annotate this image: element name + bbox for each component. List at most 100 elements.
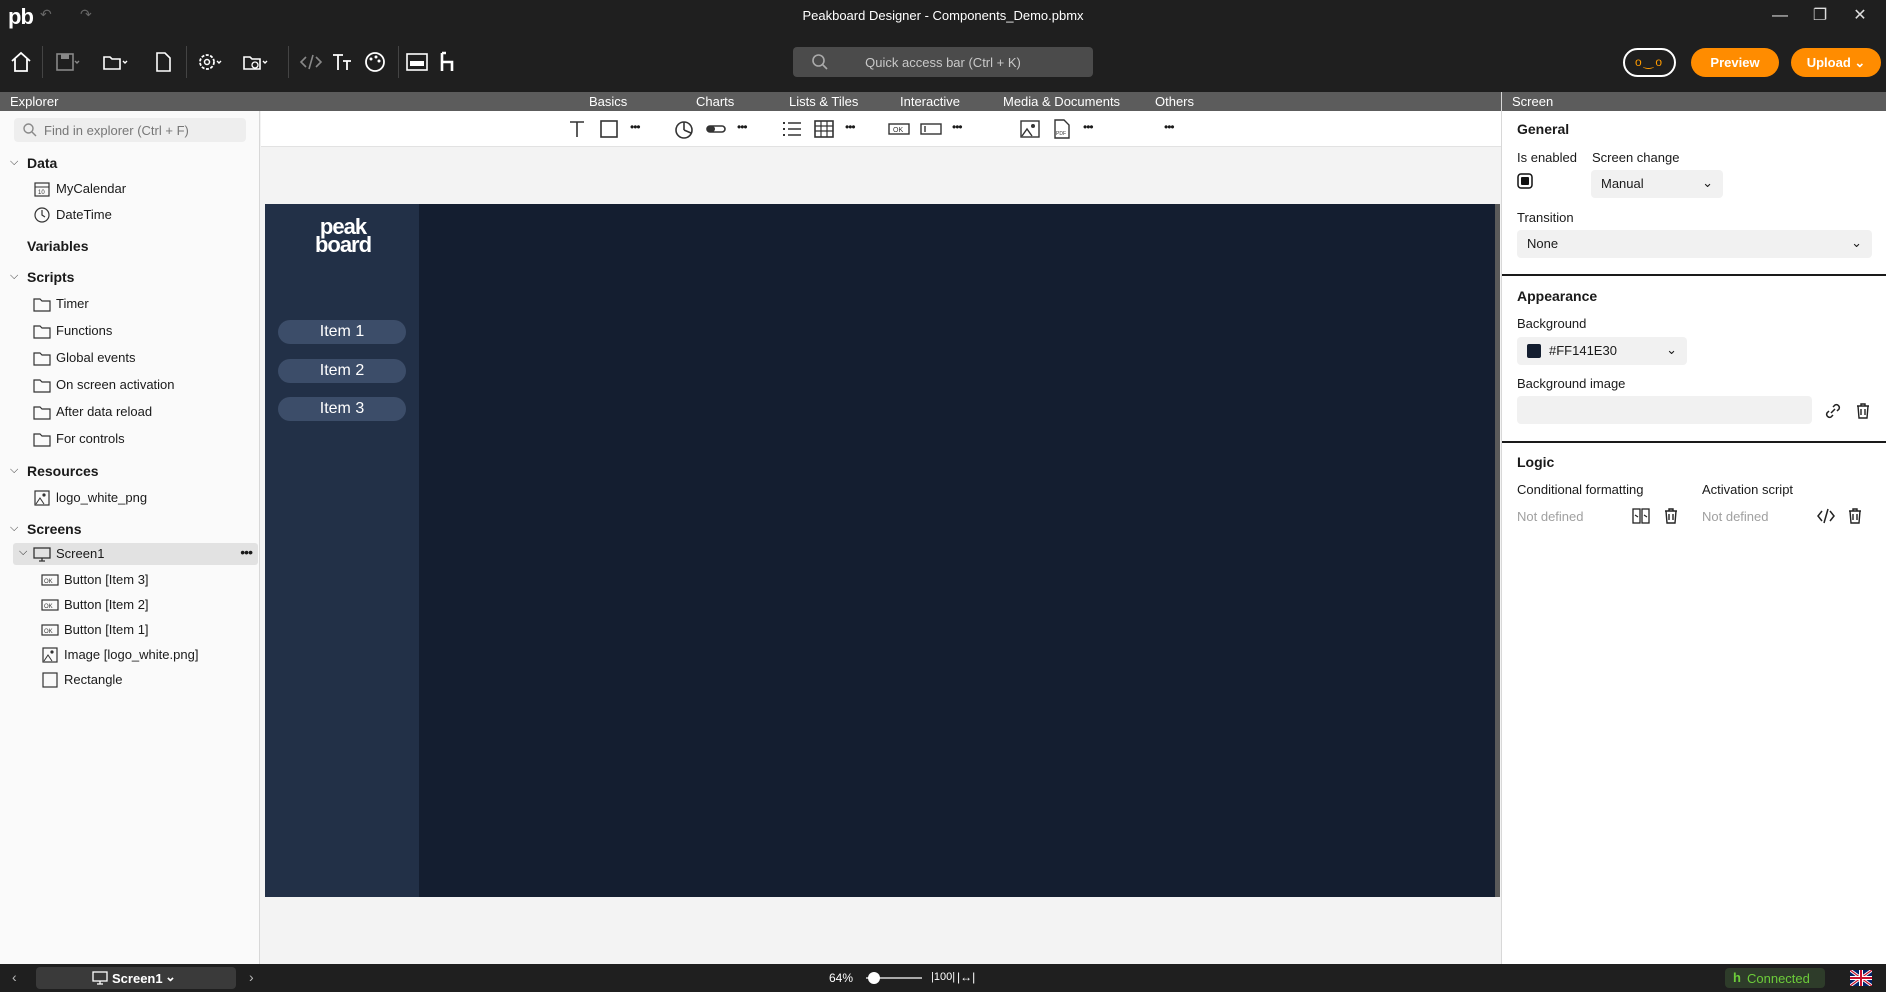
- more-basics-icon[interactable]: •••: [630, 120, 652, 142]
- image-control-icon[interactable]: [1019, 118, 1041, 140]
- more-media-icon[interactable]: •••: [1083, 120, 1105, 142]
- upload-button[interactable]: Upload ⌄: [1791, 48, 1881, 77]
- code-icon[interactable]: [298, 49, 324, 75]
- tree-item-image-logo[interactable]: Image [logo_white.png]: [0, 644, 258, 666]
- tree-item-datetime[interactable]: DateTime: [0, 204, 258, 226]
- fit-width-icon[interactable]: |↔|: [957, 970, 975, 984]
- background-image-input[interactable]: [1517, 396, 1812, 424]
- chevron-right-icon[interactable]: ›: [249, 969, 254, 985]
- tree-item-timer[interactable]: Timer: [0, 293, 258, 315]
- text-control-icon[interactable]: [566, 118, 588, 140]
- save-icon[interactable]: [54, 49, 80, 75]
- palette-icon[interactable]: [362, 49, 388, 75]
- tree-item-global-events[interactable]: Global events: [0, 347, 258, 369]
- tree-item-mycalendar[interactable]: 10 MyCalendar: [0, 178, 258, 200]
- chevron-left-icon[interactable]: ‹: [12, 969, 17, 985]
- peakboard-logo-image[interactable]: peak board: [303, 216, 383, 256]
- chevron-down-icon: ⌄: [1666, 342, 1677, 357]
- button-control-icon: OK: [41, 624, 59, 636]
- home-icon[interactable]: [8, 49, 34, 75]
- category-charts[interactable]: Charts: [696, 94, 734, 109]
- more-interactive-icon[interactable]: •••: [952, 120, 974, 142]
- appearance-section-title: Appearance: [1517, 288, 1598, 304]
- tree-item-rectangle[interactable]: Rectangle: [0, 669, 258, 691]
- trash-icon[interactable]: [1853, 401, 1873, 421]
- screen-selector-value: Screen1: [112, 971, 163, 986]
- link-icon[interactable]: [1823, 401, 1843, 421]
- code-icon[interactable]: [1816, 506, 1836, 526]
- button-control-icon: OK: [41, 599, 59, 611]
- trash-icon[interactable]: [1845, 506, 1865, 526]
- tree-item-screen1[interactable]: ⌵ Screen1 •••: [13, 543, 258, 565]
- chevron-down-icon[interactable]: ⌵: [10, 522, 18, 535]
- open-folder-icon[interactable]: [102, 49, 128, 75]
- rectangle-control-icon[interactable]: [598, 118, 620, 140]
- minimize-icon[interactable]: —: [1768, 4, 1792, 28]
- folder-settings-icon[interactable]: [242, 49, 268, 75]
- toolbar-divider: [288, 46, 289, 78]
- settings-gear-icon[interactable]: [196, 49, 222, 75]
- conditional-formatting-edit-icon[interactable]: [1631, 506, 1651, 526]
- chevron-down-icon[interactable]: ⌵: [10, 270, 18, 283]
- zoom-100-icon[interactable]: |100|: [931, 971, 955, 983]
- search-icon: [23, 123, 37, 137]
- chevron-down-icon[interactable]: ⌵: [10, 464, 18, 477]
- quick-access-bar[interactable]: Quick access bar (Ctrl + K): [793, 47, 1093, 77]
- canvas-button-item1[interactable]: Item 1: [278, 320, 406, 344]
- account-avatar-button[interactable]: o‿o: [1623, 48, 1676, 77]
- bar-gauge-icon[interactable]: [705, 118, 727, 140]
- box-hub-icon[interactable]: [404, 49, 430, 75]
- trash-icon[interactable]: [1661, 506, 1681, 526]
- category-media-documents[interactable]: Media & Documents: [1003, 94, 1120, 109]
- textbox-control-icon[interactable]: [920, 118, 942, 140]
- tree-item-for-controls[interactable]: For controls: [0, 428, 258, 450]
- transition-label: Transition: [1517, 210, 1574, 225]
- tree-item-logo-white-png[interactable]: logo_white_png: [0, 487, 258, 509]
- hub-icon[interactable]: [436, 49, 462, 75]
- tree-item-button-item1[interactable]: OK Button [Item 1]: [0, 619, 258, 641]
- tree-item-functions[interactable]: Functions: [0, 320, 258, 342]
- transition-dropdown[interactable]: None ⌄: [1517, 230, 1872, 258]
- chevron-down-icon[interactable]: ⌵: [10, 156, 18, 169]
- more-lists-icon[interactable]: •••: [845, 120, 867, 142]
- chevron-down-icon[interactable]: ⌵: [19, 546, 27, 559]
- table-icon[interactable]: [813, 118, 835, 140]
- new-file-icon[interactable]: [150, 49, 176, 75]
- screen-change-dropdown[interactable]: Manual ⌄: [1591, 170, 1723, 198]
- section-scripts-label: Scripts: [27, 269, 75, 285]
- tree-item-button-item3[interactable]: OK Button [Item 3]: [0, 569, 258, 591]
- connection-status-badge[interactable]: h Connected: [1725, 968, 1825, 988]
- explorer-search-input[interactable]: Find in explorer (Ctrl + F): [14, 118, 246, 142]
- pdf-document-icon[interactable]: PDF: [1051, 118, 1073, 140]
- text-format-icon[interactable]: [330, 49, 356, 75]
- explorer-search-placeholder: Find in explorer (Ctrl + F): [44, 123, 189, 138]
- more-charts-icon[interactable]: •••: [737, 120, 759, 142]
- tree-item-label: Button [Item 3]: [64, 572, 149, 587]
- screen-selector-dropdown[interactable]: Screen1 ⌄: [36, 967, 236, 989]
- uk-flag-icon[interactable]: [1850, 970, 1872, 986]
- canvas-button-item3[interactable]: Item 3: [278, 397, 406, 421]
- category-basics[interactable]: Basics: [589, 94, 627, 109]
- screen-preview[interactable]: peak board Item 1 Item 2 Item 3: [265, 204, 1500, 897]
- restore-icon[interactable]: ❐: [1808, 4, 1832, 28]
- is-enabled-checkbox[interactable]: [1517, 173, 1533, 189]
- button-control-icon[interactable]: OK: [888, 118, 910, 140]
- screen-edge: [1495, 204, 1500, 897]
- category-interactive[interactable]: Interactive: [900, 94, 960, 109]
- preview-button[interactable]: Preview: [1691, 48, 1779, 77]
- category-others[interactable]: Others: [1155, 94, 1194, 109]
- zoom-slider-thumb[interactable]: [868, 972, 880, 984]
- category-lists-tiles[interactable]: Lists & Tiles: [789, 94, 858, 109]
- tree-item-button-item2[interactable]: OK Button [Item 2]: [0, 594, 258, 616]
- background-color-picker[interactable]: #FF141E30 ⌄: [1517, 337, 1687, 365]
- list-icon[interactable]: [781, 118, 803, 140]
- tree-item-after-data-reload[interactable]: After data reload: [0, 401, 258, 423]
- pie-chart-icon[interactable]: [673, 118, 695, 140]
- close-icon[interactable]: ✕: [1848, 4, 1872, 28]
- tree-item-on-screen-activation[interactable]: On screen activation: [0, 374, 258, 396]
- more-options-icon[interactable]: •••: [240, 544, 253, 560]
- more-others-icon[interactable]: •••: [1164, 120, 1186, 142]
- connection-status-label: Connected: [1747, 971, 1810, 986]
- sidebar-rectangle[interactable]: peak board Item 1 Item 2 Item 3: [265, 204, 419, 897]
- canvas-button-item2[interactable]: Item 2: [278, 359, 406, 383]
